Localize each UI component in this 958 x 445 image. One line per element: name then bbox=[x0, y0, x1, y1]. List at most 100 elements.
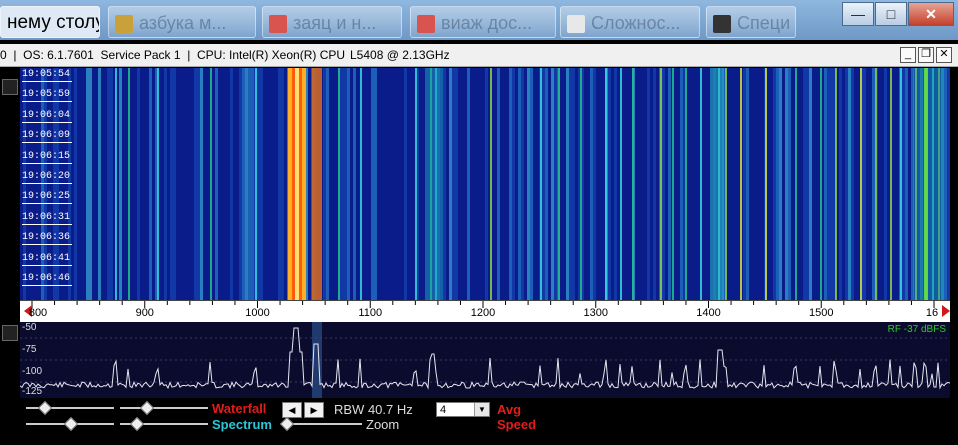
taskbar-item-zayac[interactable]: заяц и н... bbox=[262, 6, 402, 38]
db-label: -125 bbox=[22, 386, 43, 397]
waterfall-brightness-slider[interactable] bbox=[120, 400, 208, 416]
taskbar-item-desktop[interactable]: нему столу bbox=[0, 6, 100, 38]
waterfall-noise-column bbox=[452, 68, 455, 300]
waterfall-time-label: 19:06:31 bbox=[22, 211, 73, 225]
waterfall-noise-column bbox=[602, 68, 605, 300]
waterfall-noise-column bbox=[566, 68, 569, 300]
waterfall-noise-column bbox=[887, 68, 890, 300]
waterfall-noise-column bbox=[422, 68, 425, 300]
db-label: -75 bbox=[22, 344, 37, 355]
play-icon[interactable] bbox=[2, 79, 18, 95]
waterfall-noise-column bbox=[404, 68, 407, 300]
speed-label: Speed bbox=[497, 417, 537, 432]
waterfall-noise-column bbox=[734, 68, 737, 300]
waterfall-noise-column bbox=[503, 68, 506, 300]
waterfall-noise-column bbox=[368, 68, 371, 300]
waterfall-noise-column bbox=[572, 68, 575, 300]
waterfall-noise-column bbox=[560, 68, 563, 300]
waterfall-time-label: 19:06:41 bbox=[22, 252, 73, 266]
close-button[interactable]: ✕ bbox=[908, 2, 954, 26]
waterfall-noise-column bbox=[497, 68, 500, 300]
waterfall-noise-column bbox=[236, 68, 239, 300]
left-toolbar bbox=[0, 67, 20, 445]
waterfall-noise-column bbox=[641, 68, 644, 300]
mdi-minimize-button[interactable]: _ bbox=[900, 47, 916, 63]
rbw-decrease-button[interactable]: ◀ bbox=[282, 402, 302, 418]
waterfall-carrier-line bbox=[360, 68, 362, 300]
spectrum-contrast-slider[interactable] bbox=[26, 416, 114, 432]
waterfall-time-label: 19:06:20 bbox=[22, 171, 73, 184]
waterfall-carrier-line bbox=[700, 68, 702, 300]
spectrum-display[interactable]: -50 -75 -100 -125 RF -37 dBFS bbox=[20, 322, 950, 398]
spectrum-brightness-slider[interactable] bbox=[120, 416, 208, 432]
zoom-slider[interactable] bbox=[279, 416, 362, 432]
rbw-increase-button[interactable]: ▶ bbox=[304, 402, 324, 418]
waterfall-noise-column bbox=[104, 68, 107, 300]
waterfall-noise-column bbox=[398, 68, 401, 300]
waterfall-carrier-line bbox=[725, 68, 727, 300]
waterfall-noise-column bbox=[569, 68, 572, 300]
minimize-button[interactable]: — bbox=[842, 2, 874, 26]
waterfall-noise-column bbox=[749, 68, 752, 300]
waterfall-contrast-slider[interactable] bbox=[26, 400, 114, 416]
waterfall-noise-column bbox=[380, 68, 383, 300]
frequency-label: 800 bbox=[28, 307, 48, 319]
waterfall-label: Waterfall bbox=[212, 401, 267, 416]
waterfall-time-label: 19:06:46 bbox=[22, 273, 73, 286]
waterfall-noise-column bbox=[179, 68, 182, 300]
waterfall-noise-column bbox=[251, 68, 254, 300]
waterfall-noise-column bbox=[893, 68, 896, 300]
waterfall-time-label: 19:05:59 bbox=[22, 89, 73, 103]
taskbar-item-azbuka[interactable]: азбука м... bbox=[108, 6, 256, 38]
taskbar-item-label: заяц и н... bbox=[293, 13, 377, 33]
waterfall-carrier-line bbox=[580, 68, 582, 300]
waterfall-noise-column bbox=[140, 68, 143, 300]
waterfall-noise-column bbox=[494, 68, 497, 300]
taskbar-item-viazh[interactable]: виаж дос... bbox=[410, 6, 556, 38]
waterfall-noise-column bbox=[167, 68, 170, 300]
waterfall-noise-column bbox=[638, 68, 641, 300]
waterfall-noise-column bbox=[623, 68, 626, 300]
waterfall-noise-column bbox=[245, 68, 248, 300]
waterfall-noise-column bbox=[86, 68, 89, 300]
waterfall-noise-column bbox=[872, 68, 875, 300]
waterfall-noise-column bbox=[788, 68, 791, 300]
waterfall-time-label: 19:06:04 bbox=[22, 109, 73, 123]
waterfall-noise-column bbox=[482, 68, 485, 300]
waterfall-carrier-line bbox=[210, 68, 212, 300]
waterfall-noise-column bbox=[449, 68, 452, 300]
waterfall-noise-column bbox=[242, 68, 245, 300]
waterfall-noise-column bbox=[185, 68, 188, 300]
waterfall-carrier-line bbox=[820, 68, 822, 300]
waterfall-carrier-line bbox=[660, 68, 662, 300]
waterfall-noise-column bbox=[599, 68, 602, 300]
waterfall-noise-column bbox=[737, 68, 740, 300]
waterfall-noise-column bbox=[143, 68, 146, 300]
waterfall-noise-column bbox=[521, 68, 524, 300]
taskbar-item-spec[interactable]: Специ bbox=[706, 6, 796, 38]
waterfall-display[interactable] bbox=[20, 68, 950, 300]
waterfall-noise-column bbox=[260, 68, 263, 300]
waterfall-noise-column bbox=[356, 68, 359, 300]
waterfall-noise-column bbox=[203, 68, 206, 300]
waterfall-noise-column bbox=[668, 68, 671, 300]
avg-select[interactable]: 4 ▼ bbox=[436, 402, 490, 417]
waterfall-noise-column bbox=[467, 68, 470, 300]
mdi-close-button[interactable]: ✕ bbox=[936, 47, 952, 63]
mdi-restore-button[interactable]: ❐ bbox=[918, 47, 934, 63]
taskbar-item-slozhnos[interactable]: Сложнос... bbox=[560, 6, 700, 38]
waterfall-noise-column bbox=[386, 68, 389, 300]
waterfall-noise-column bbox=[473, 68, 476, 300]
frequency-axis[interactable]: 800 900 1000 1100 1200 1300 1400 1500 16 bbox=[20, 300, 950, 323]
waterfall-noise-column bbox=[863, 68, 866, 300]
waterfall-noise-column bbox=[905, 68, 908, 300]
waterfall-noise-column bbox=[839, 68, 842, 300]
waterfall-noise-column bbox=[791, 68, 794, 300]
waterfall-noise-column bbox=[662, 68, 665, 300]
settings-icon[interactable] bbox=[2, 325, 18, 341]
waterfall-noise-column bbox=[407, 68, 410, 300]
system-info-text: 0 | OS: 6.1.7601 Service Pack 1 | CPU: I… bbox=[0, 48, 346, 62]
taskbar-item-label: виаж дос... bbox=[441, 13, 533, 33]
waterfall-carrier-line bbox=[338, 68, 340, 300]
maximize-button[interactable]: □ bbox=[875, 2, 907, 26]
